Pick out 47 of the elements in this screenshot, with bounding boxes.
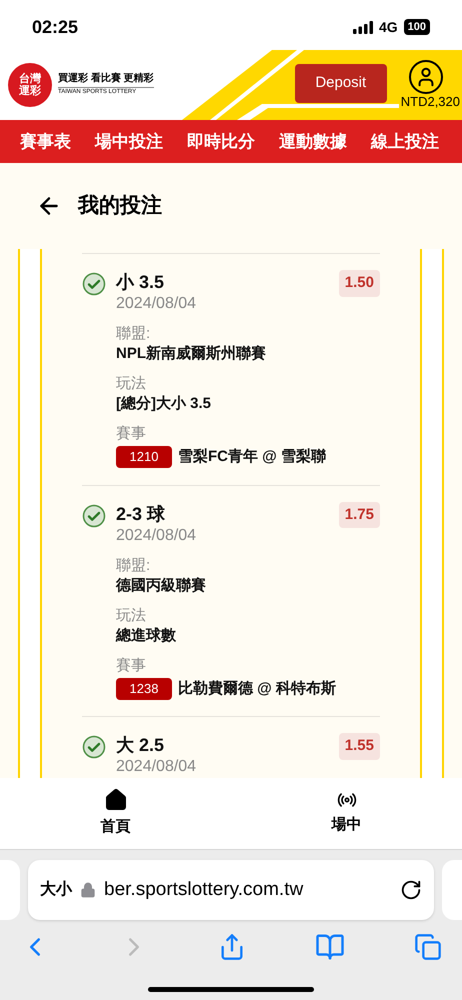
field-value: 總進球數 xyxy=(116,626,177,646)
bet-date: 2024/08/04 xyxy=(116,526,196,546)
signal-icon xyxy=(352,20,373,34)
home-icon xyxy=(104,788,128,812)
field-label: 聯盟: xyxy=(116,556,152,576)
lock-icon xyxy=(80,882,96,898)
status-time: 02:25 xyxy=(32,16,78,38)
odds-badge: 1.55 xyxy=(338,733,380,760)
odds-badge: 1.75 xyxy=(338,502,380,528)
logo-tagline: 買運彩 看比賽 更精彩 xyxy=(58,73,154,88)
event-name: 比勒費爾德 @ 科特布斯 xyxy=(178,678,336,698)
logo-badge: 台灣 運彩 xyxy=(8,63,52,107)
network-label: 4G xyxy=(378,18,398,36)
nav-link[interactable]: 賽事表 xyxy=(20,128,71,154)
field-value: 德國丙級聯賽 xyxy=(116,576,207,596)
event-name: 雪梨FC青年 @ 雪梨聯 xyxy=(178,447,326,467)
event-code-badge: 1210 xyxy=(116,446,172,468)
tabs-icon[interactable] xyxy=(414,933,442,961)
nav-link[interactable]: 運動數據 xyxy=(279,128,347,154)
odds-badge: 1.50 xyxy=(338,270,380,296)
deposit-button[interactable]: Deposit xyxy=(294,64,387,103)
nav-link[interactable]: 即時比分 xyxy=(187,128,255,154)
battery-indicator: 100 xyxy=(404,19,430,35)
bet-date: 2024/08/04 xyxy=(116,757,196,777)
tab-bar-item[interactable]: 首頁 xyxy=(0,778,231,849)
field-value: [總分]大小 3.5 xyxy=(116,394,212,414)
field-label: 賽事 xyxy=(116,656,147,676)
bet-selection: 2-3 球 xyxy=(116,502,166,526)
field-label: 玩法 xyxy=(116,374,147,394)
nav-link[interactable]: 線上投注 xyxy=(371,128,439,154)
bet-selection: 大 2.5 xyxy=(116,734,166,757)
bet-date: 2024/08/04 xyxy=(116,294,196,314)
balance-amount: NTD2,320 xyxy=(398,94,462,110)
reload-icon[interactable] xyxy=(400,879,422,901)
bookmarks-icon[interactable] xyxy=(315,932,345,962)
event-code-badge: 1238 xyxy=(116,678,172,700)
bet-selection: 小 3.5 xyxy=(116,271,166,294)
url-text: ber.sportslottery.com.tw xyxy=(104,878,304,902)
field-value: NPL新南威爾斯州聯賽 xyxy=(116,344,267,364)
field-label: 聯盟: xyxy=(116,324,152,344)
tab-bar-item[interactable]: 場中 xyxy=(231,778,462,849)
field-label: 賽事 xyxy=(116,424,147,444)
text-size-button[interactable]: 大小 xyxy=(40,878,72,902)
address-bar[interactable]: 大小 ber.sportslottery.com.tw xyxy=(28,860,434,920)
nav-link[interactable]: 場中投注 xyxy=(95,128,163,154)
page-title: 我的投注 xyxy=(78,192,162,220)
field-label: 玩法 xyxy=(116,606,147,626)
